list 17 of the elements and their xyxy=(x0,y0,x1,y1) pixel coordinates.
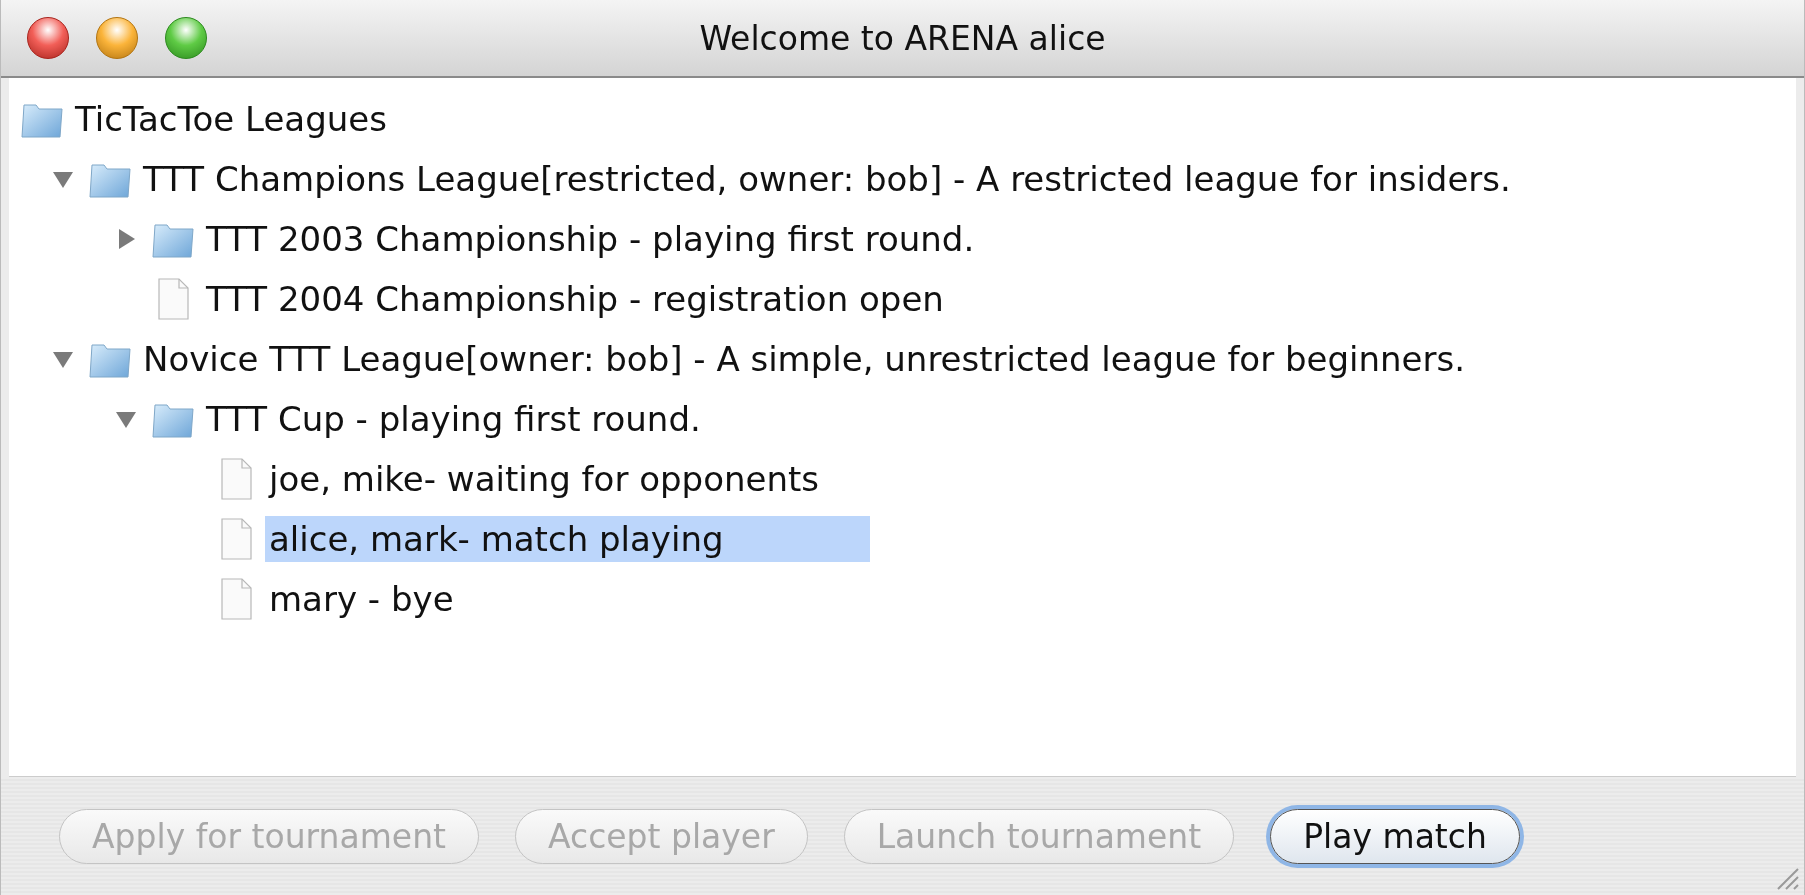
document-icon xyxy=(220,458,252,500)
document-icon xyxy=(220,578,252,620)
minimize-button[interactable] xyxy=(96,17,138,59)
document-icon xyxy=(157,278,189,320)
tree-item[interactable]: Novice TTT League[owner: bob] - A simple, unrestricted league for beginners. xyxy=(139,336,1469,382)
document-icon xyxy=(220,518,252,560)
tree-item[interactable]: joe, mike- waiting for opponents xyxy=(265,456,823,502)
tree-item[interactable]: mary - bye xyxy=(265,576,458,622)
window-title: Welcome to ARENA alice xyxy=(699,18,1106,58)
tree-item[interactable]: TicTacToe Leagues xyxy=(71,96,391,142)
tree-item[interactable]: alice, mark- match playing xyxy=(265,516,870,562)
tree-item[interactable]: TTT 2004 Championship - registration open xyxy=(202,276,948,322)
tree-item[interactable]: TTT 2003 Championship - playing first round. xyxy=(202,216,979,262)
tree-item[interactable]: TTT Cup - playing first round. xyxy=(202,396,705,442)
close-button[interactable] xyxy=(27,17,69,59)
zoom-button[interactable] xyxy=(165,17,207,59)
tree-item[interactable]: TTT Champions League[restricted, owner: bob] - A restricted league for insiders. xyxy=(139,156,1515,202)
